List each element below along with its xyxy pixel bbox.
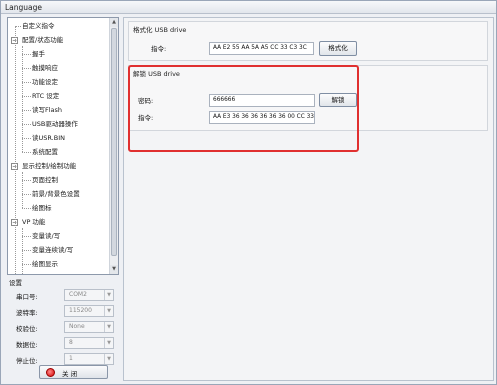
- tree-item-label: 绘图标: [32, 204, 52, 212]
- tree-connector: [22, 124, 31, 125]
- setting-select[interactable]: 8 ▼: [64, 337, 114, 349]
- format-button[interactable]: 格式化: [319, 41, 357, 56]
- tree-item[interactable]: 自定义指令: [22, 20, 55, 32]
- tree-item-label: 变量读/写: [32, 232, 61, 240]
- chevron-down-icon: ▼: [104, 322, 113, 332]
- tree-item[interactable]: 页面控制: [32, 174, 58, 186]
- scroll-up-arrow-icon[interactable]: ▲: [110, 18, 118, 27]
- tree-item[interactable]: 变量读/写: [32, 230, 60, 242]
- tree-item[interactable]: USB驱动器操作: [32, 118, 78, 130]
- chevron-down-icon: ▼: [104, 338, 113, 348]
- tree-item[interactable]: 触摸响应: [32, 62, 58, 74]
- tree-connector: [15, 26, 16, 274]
- tree-connector: [22, 82, 31, 83]
- setting-select[interactable]: 1 ▼: [64, 353, 114, 365]
- setting-select[interactable]: 115200 ▼: [64, 305, 114, 317]
- tree-connector: [22, 138, 31, 139]
- format-command-label: 指令:: [151, 45, 167, 53]
- tree-connector: [22, 152, 31, 153]
- setting-select[interactable]: None ▼: [64, 321, 114, 333]
- tree-connector: [22, 250, 31, 251]
- tree-connector: [22, 264, 31, 265]
- tree-connector: [22, 194, 31, 195]
- setting-label: 波特率:: [16, 309, 38, 317]
- tree-connector: [22, 208, 31, 209]
- tree-scrollbar[interactable]: ▲ ▼: [109, 18, 118, 274]
- tree-item-label: 握手: [32, 50, 45, 58]
- tree-connector: [22, 96, 31, 97]
- setting-label: 串口号:: [16, 293, 38, 301]
- settings-title: 设置: [9, 279, 22, 287]
- tree-item-label: 读USR.BIN: [32, 134, 65, 142]
- setting-label: 数据位:: [16, 341, 38, 349]
- setting-row: 数据位: 8 ▼: [7, 337, 119, 351]
- tree-item[interactable]: 前景/背景色设置: [32, 188, 80, 200]
- tree-connector: [22, 110, 31, 111]
- command-tree[interactable]: ▲ ▼ 自定义指令 配置/状态功能 − 握手 触摸响应 功能设定 RTC 设定 读写Flash…: [7, 17, 119, 275]
- tree-item[interactable]: 显示控制/绘制功能: [22, 160, 76, 172]
- tree-item-label: 页面控制: [32, 176, 58, 184]
- tree-item[interactable]: VP 功能: [22, 216, 45, 228]
- scroll-down-arrow-icon[interactable]: ▼: [110, 265, 118, 274]
- setting-select[interactable]: COM2 ▼: [64, 289, 114, 301]
- tree-item-label: 自定义指令: [22, 22, 55, 30]
- setting-row: 波特率: 115200 ▼: [7, 305, 119, 319]
- tree-item-label: 触摸响应: [32, 64, 58, 72]
- chevron-down-icon: ▼: [104, 306, 113, 316]
- tree-item-label: RTC 设定: [32, 92, 60, 100]
- tree-item[interactable]: RTC 设定: [32, 90, 59, 102]
- tree-connector: [22, 180, 31, 181]
- app-window: Language ▲ ▼ 自定义指令 配置/状态功能 − 握手 触摸响应 功能设定 RTC …: [0, 0, 497, 385]
- setting-value: 1: [69, 355, 73, 362]
- tree-item[interactable]: 变量连续读/写: [32, 244, 73, 256]
- tree-item-label: 前景/背景色设置: [32, 190, 80, 198]
- tree-item-label: 显示控制/绘制功能: [22, 162, 77, 170]
- tree-item[interactable]: 绘图显示: [32, 258, 58, 270]
- tree-connector: [22, 54, 31, 55]
- window-title: Language: [5, 3, 43, 12]
- format-command-field[interactable]: AA E2 55 AA 5A A5 CC 33 C3 3C: [209, 42, 314, 55]
- tree-connector: [22, 46, 23, 152]
- tree-item-label: USB驱动器操作: [32, 120, 78, 128]
- setting-row: 校验位: None ▼: [7, 321, 119, 335]
- setting-value: None: [69, 323, 85, 330]
- tree-item-label: 系统配置: [32, 148, 58, 156]
- setting-value: COM2: [69, 291, 87, 298]
- title-bar: Language: [1, 1, 496, 14]
- setting-label: 校验位:: [16, 325, 38, 333]
- tree-item[interactable]: 握手: [32, 48, 45, 60]
- tree-item-label: 读写Flash: [32, 106, 63, 114]
- setting-label: 停止位:: [16, 357, 38, 365]
- tree-item[interactable]: 配置/状态功能: [22, 34, 63, 46]
- scrollbar-thumb[interactable]: [111, 28, 117, 256]
- tree-item-label: 图标VVO: [32, 274, 59, 275]
- tree-connector: [22, 228, 23, 274]
- tree-item-label: VP 功能: [22, 218, 46, 226]
- stop-icon: [46, 368, 55, 377]
- tree-connector: [22, 236, 31, 237]
- tree-item-label: 功能设定: [32, 78, 58, 86]
- tree-item[interactable]: 图标VVO: [32, 272, 59, 275]
- format-group-title: 格式化 USB drive: [133, 26, 187, 34]
- chevron-down-icon: ▼: [104, 290, 113, 300]
- setting-value: 115200: [69, 307, 92, 314]
- setting-value: 8: [69, 339, 73, 346]
- tree-item[interactable]: 读写Flash: [32, 104, 62, 116]
- tree-connector: [22, 68, 31, 69]
- close-button-label: 关 闭: [62, 370, 78, 378]
- tree-item-label: 配置/状态功能: [22, 36, 64, 44]
- highlight-annotation: [128, 65, 359, 152]
- tree-item[interactable]: 绘图标: [32, 202, 52, 214]
- tree-item-label: 变量连续读/写: [32, 246, 74, 254]
- tree-item[interactable]: 功能设定: [32, 76, 58, 88]
- tree-item[interactable]: 读USR.BIN: [32, 132, 65, 144]
- tree-connector: [22, 172, 23, 208]
- format-usb-group: 格式化 USB drive 指令: AA E2 55 AA 5A A5 CC 3…: [128, 21, 488, 61]
- tree-item-label: 绘图显示: [32, 260, 58, 268]
- tree-item[interactable]: 系统配置: [32, 146, 58, 158]
- setting-row: 串口号: COM2 ▼: [7, 289, 119, 303]
- close-button[interactable]: 关 闭: [39, 365, 108, 379]
- chevron-down-icon: ▼: [104, 354, 113, 364]
